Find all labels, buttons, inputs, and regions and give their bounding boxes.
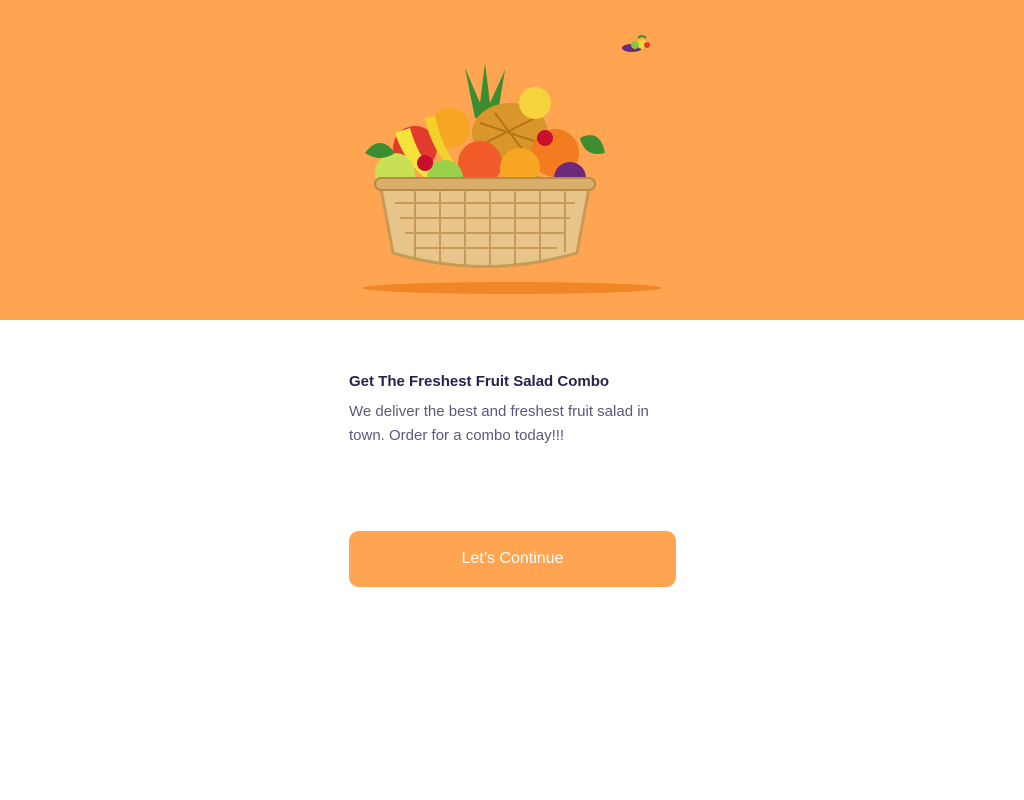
onboarding-text: Get The Freshest Fruit Salad Combo We de…: [349, 372, 676, 448]
fruit-cluster-icon: [622, 35, 650, 52]
fruit-basket-illustration: [365, 63, 605, 268]
page-title: Get The Freshest Fruit Salad Combo: [349, 373, 610, 390]
page-description: We deliver the best and freshest fruit s…: [349, 403, 649, 444]
basket-shadow: [362, 282, 662, 294]
hero-banner: [0, 0, 1024, 320]
continue-button[interactable]: Let’s Continue: [349, 531, 676, 587]
